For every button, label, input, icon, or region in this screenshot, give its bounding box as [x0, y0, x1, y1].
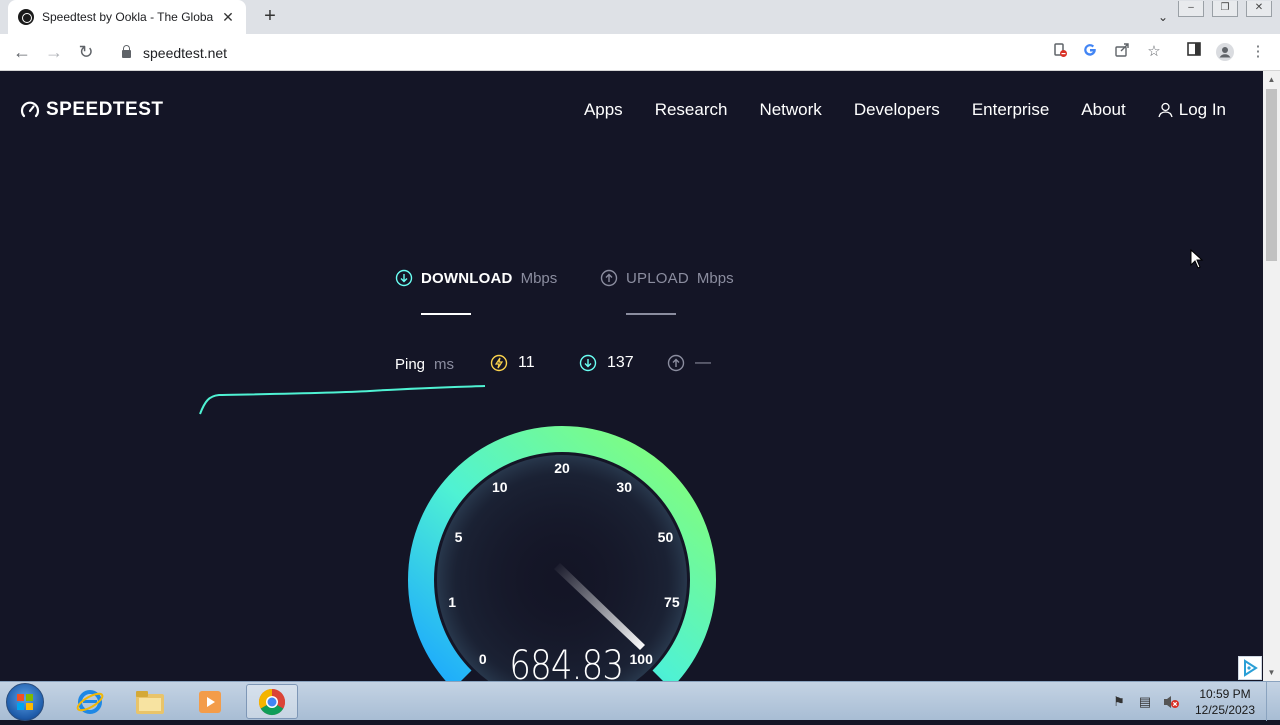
- ping-idle-metric: 11: [490, 354, 535, 372]
- ping-upload-metric: —: [667, 354, 711, 372]
- internet-explorer-icon: [76, 689, 104, 714]
- scroll-down-arrow-icon[interactable]: ▼: [1263, 664, 1280, 681]
- action-center-flag-icon[interactable]: ⚑: [1109, 694, 1129, 710]
- blocked-content-icon[interactable]: [1050, 42, 1070, 62]
- nav-developers[interactable]: Developers: [854, 100, 940, 120]
- ping-download-icon: [579, 354, 597, 372]
- address-bar[interactable]: speedtest.net: [110, 38, 1170, 67]
- ping-label: Ping: [395, 356, 426, 373]
- google-translate-icon[interactable]: [1080, 42, 1100, 62]
- media-player-icon: [199, 690, 221, 713]
- mouse-cursor-icon: [1190, 249, 1204, 269]
- user-icon: [1158, 102, 1173, 118]
- close-window-button[interactable]: ✕: [1246, 1, 1272, 17]
- chrome-taskbar-button[interactable]: [246, 684, 298, 719]
- nav-about[interactable]: About: [1081, 100, 1125, 120]
- upload-label: UPLOAD: [626, 269, 689, 287]
- gauge-tick-label: 1: [448, 594, 456, 610]
- volume-muted-icon[interactable]: [1161, 694, 1181, 710]
- speedtest-logo[interactable]: SPEEDTEST: [20, 99, 163, 121]
- tab-download[interactable]: DOWNLOAD Mbps: [395, 269, 557, 287]
- upload-arrow-icon: [600, 269, 618, 287]
- gauge-tick-label: 0: [479, 651, 487, 667]
- result-tabs: DOWNLOAD Mbps UPLOAD Mbps: [395, 269, 755, 329]
- clock-time: 10:59 PM: [1199, 686, 1251, 701]
- file-explorer-taskbar-button[interactable]: [124, 684, 176, 719]
- login-link[interactable]: Log In: [1158, 100, 1226, 120]
- scrollbar-thumb[interactable]: [1266, 89, 1277, 261]
- windows-logo-icon: [17, 694, 33, 710]
- download-label: DOWNLOAD: [421, 269, 513, 287]
- gauge-tick-label: 50: [658, 529, 674, 545]
- page-scrollbar[interactable]: ▲ ▼: [1263, 71, 1280, 681]
- back-arrow-icon[interactable]: ←: [12, 42, 32, 62]
- windows-taskbar: ⚑ ▤ 10:59 PM 12/25/2023: [0, 681, 1280, 721]
- gauge-tick-label: 10: [492, 479, 508, 495]
- lock-icon[interactable]: [122, 45, 131, 58]
- upload-unit: Mbps: [696, 269, 734, 287]
- side-panel-icon[interactable]: [1184, 42, 1204, 62]
- reload-icon[interactable]: ↻: [76, 42, 96, 62]
- folder-icon: [136, 690, 164, 714]
- url-text: speedtest.net: [143, 44, 228, 61]
- gauge-tick-label: 30: [616, 479, 632, 495]
- ping-lightning-icon: [490, 354, 508, 372]
- speedtest-favicon-icon: [18, 9, 34, 25]
- ping-upload-value: —: [695, 354, 711, 371]
- login-label: Log In: [1178, 100, 1226, 119]
- ping-row: Ping ms 11 137 —: [395, 354, 735, 378]
- network-icon[interactable]: ▤: [1135, 694, 1155, 710]
- download-arrow-icon: [395, 269, 413, 287]
- ping-unit: ms: [434, 356, 454, 373]
- media-player-taskbar-button[interactable]: [184, 684, 236, 719]
- logo-text: SPEEDTEST: [46, 99, 164, 120]
- adchoices-icon[interactable]: [1238, 656, 1262, 680]
- browser-toolbar: ← → ↻ speedtest.net ☆ ⋮: [0, 34, 1280, 71]
- speedometer-logo-icon: [20, 101, 40, 118]
- tab-search-chevron-icon[interactable]: ⌄: [1158, 10, 1168, 24]
- share-icon[interactable]: [1112, 42, 1132, 62]
- tab-close-button[interactable]: ✕: [220, 9, 236, 26]
- ping-download-value: 137: [607, 354, 634, 371]
- ping-download-metric: 137: [579, 354, 634, 372]
- nav-network[interactable]: Network: [759, 100, 821, 120]
- tab-strip: Speedtest by Ookla - The Global ✕ + ⌄ – …: [0, 0, 1280, 34]
- download-tab-underline: [421, 313, 471, 315]
- nav-enterprise[interactable]: Enterprise: [972, 100, 1049, 120]
- minimize-button[interactable]: –: [1178, 1, 1204, 17]
- internet-explorer-taskbar-button[interactable]: [64, 684, 116, 719]
- new-tab-button[interactable]: +: [258, 6, 282, 28]
- ping-value: 11: [518, 354, 535, 371]
- profile-avatar-icon[interactable]: [1215, 42, 1235, 62]
- speedtest-page: SPEEDTEST Apps Research Network Develope…: [0, 71, 1263, 681]
- gauge-tick-label: 75: [664, 594, 680, 610]
- speed-graph-line: [199, 385, 486, 415]
- taskbar-clock[interactable]: 10:59 PM 12/25/2023: [1184, 686, 1266, 718]
- system-tray: ⚑ ▤ 10:59 PM 12/25/2023: [1106, 682, 1280, 721]
- nav-research[interactable]: Research: [655, 100, 728, 120]
- chrome-icon: [258, 688, 286, 715]
- bookmark-star-icon[interactable]: ☆: [1144, 42, 1164, 62]
- ping-upload-icon: [667, 354, 685, 372]
- scroll-up-arrow-icon[interactable]: ▲: [1263, 71, 1280, 88]
- window-controls: – ❐ ✕: [1178, 0, 1272, 18]
- upload-tab-underline: [626, 313, 676, 315]
- nav-apps[interactable]: Apps: [584, 100, 623, 120]
- gauge-tick-label: 5: [455, 529, 463, 545]
- show-desktop-button[interactable]: [1266, 682, 1280, 721]
- tab-title: Speedtest by Ookla - The Global: [42, 10, 214, 24]
- windows-start-button[interactable]: [6, 683, 44, 721]
- clock-date: 12/25/2023: [1194, 702, 1256, 717]
- gauge-tick-label: 20: [554, 460, 570, 476]
- main-nav: Apps Research Network Developers Enterpr…: [584, 100, 1226, 120]
- tab-upload[interactable]: UPLOAD Mbps: [600, 269, 734, 287]
- current-speed-value: 684.83: [509, 643, 624, 681]
- gauge-tick-label: 100: [630, 651, 654, 667]
- browser-tab[interactable]: Speedtest by Ookla - The Global ✕: [8, 0, 246, 34]
- speed-gauge: 0 1 5 10 20 30 50 75 100: [408, 426, 716, 681]
- restore-button[interactable]: ❐: [1212, 1, 1238, 17]
- download-unit: Mbps: [520, 269, 558, 287]
- browser-menu-icon[interactable]: ⋮: [1248, 42, 1268, 62]
- forward-arrow-icon[interactable]: →: [44, 42, 64, 62]
